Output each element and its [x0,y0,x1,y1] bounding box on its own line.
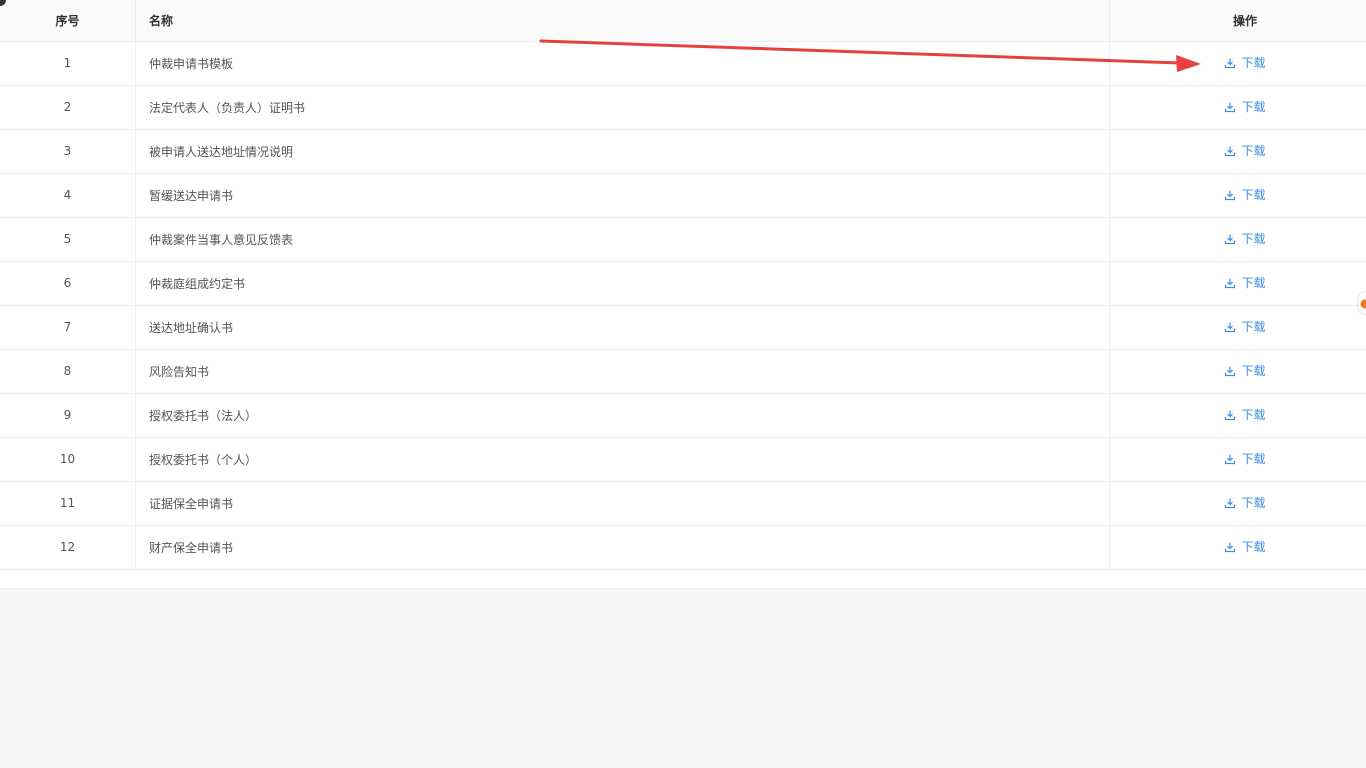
table-row: 6 仲裁庭组成约定书 下载 [0,261,1366,306]
download-label: 下载 [1241,100,1266,115]
orange-widget-icon[interactable]: ● [1358,292,1366,314]
row-name: 授权委托书（个人） [135,437,1110,482]
download-icon [1225,322,1236,332]
download-icon [1225,278,1236,288]
table-row: 3 被申请人送达地址情况说明 下载 [0,129,1366,174]
row-index: 9 [0,393,136,438]
row-action-cell: 下载 [1109,41,1366,86]
row-index: 4 [0,173,136,218]
row-name: 风险告知书 [135,349,1110,394]
download-button[interactable]: 下载 [1224,186,1266,203]
download-button[interactable]: 下载 [1224,274,1266,291]
row-action-cell: 下载 [1109,85,1366,130]
row-name: 被申请人送达地址情况说明 [135,129,1110,174]
row-action-cell: 下载 [1109,217,1366,262]
table-row: 2 法定代表人（负责人）证明书 下载 [0,85,1366,130]
row-name: 授权委托书（法人） [135,393,1110,438]
table-row: 4 暂缓送达申请书 下载 [0,173,1366,218]
row-name: 送达地址确认书 [135,305,1110,350]
row-name: 财产保全申请书 [135,525,1110,570]
header-action: 操作 [1109,0,1366,42]
header-name: 名称 [135,0,1110,42]
row-action-cell: 下载 [1109,525,1366,570]
row-action-cell: 下载 [1109,349,1366,394]
download-icon [1225,542,1236,552]
download-label: 下载 [1241,408,1266,423]
download-label: 下载 [1241,320,1266,335]
row-action-cell: 下载 [1109,481,1366,526]
download-label: 下载 [1241,496,1266,511]
table-row: 12 财产保全申请书 下载 [0,525,1366,570]
download-label: 下载 [1241,188,1266,203]
download-label: 下载 [1241,232,1266,247]
table-row: 5 仲裁案件当事人意见反馈表 下载 [0,217,1366,262]
row-action-cell: 下载 [1109,305,1366,350]
row-index: 5 [0,217,136,262]
row-name: 暂缓送达申请书 [135,173,1110,218]
table-row: 7 送达地址确认书 下载 [0,305,1366,350]
download-icon [1225,58,1236,68]
row-index: 11 [0,481,136,526]
download-button[interactable]: 下载 [1224,98,1266,115]
row-index: 2 [0,85,136,130]
download-button[interactable]: 下载 [1224,230,1266,247]
row-name: 证据保全申请书 [135,481,1110,526]
row-action-cell: 下载 [1109,129,1366,174]
row-name: 仲裁庭组成约定书 [135,261,1110,306]
download-button[interactable]: 下载 [1224,406,1266,423]
download-button[interactable]: 下载 [1224,318,1266,335]
download-button[interactable]: 下载 [1224,494,1266,511]
row-name: 仲裁申请书模板 [135,41,1110,86]
template-download-panel: 序号 名称 操作 1 仲裁申请书模板 下载 2 法定代表人（负责人）证明书 下载… [0,0,1366,589]
table-row: 8 风险告知书 下载 [0,349,1366,394]
row-name: 法定代表人（负责人）证明书 [135,85,1110,130]
download-button[interactable]: 下载 [1224,450,1266,467]
download-icon [1225,454,1236,464]
download-icon [1225,498,1236,508]
table-row: 11 证据保全申请书 下载 [0,481,1366,526]
header-index: 序号 [0,0,136,42]
row-action-cell: 下载 [1109,261,1366,306]
table-row: 9 授权委托书（法人） 下载 [0,393,1366,438]
download-icon [1225,146,1236,156]
table-row: 10 授权委托书（个人） 下载 [0,437,1366,482]
row-action-cell: 下载 [1109,393,1366,438]
download-icon [1225,102,1236,112]
download-label: 下载 [1241,144,1266,159]
document-template-table: 序号 名称 操作 1 仲裁申请书模板 下载 2 法定代表人（负责人）证明书 下载… [0,0,1366,570]
row-name: 仲裁案件当事人意见反馈表 [135,217,1110,262]
table-header-row: 序号 名称 操作 [0,0,1366,42]
row-index: 1 [0,41,136,86]
download-button[interactable]: 下载 [1224,362,1266,379]
download-icon [1225,366,1236,376]
row-index: 8 [0,349,136,394]
row-index: 6 [0,261,136,306]
download-icon [1225,410,1236,420]
download-label: 下载 [1241,276,1266,291]
download-button[interactable]: 下载 [1224,142,1266,159]
download-label: 下载 [1241,452,1266,467]
table-body: 1 仲裁申请书模板 下载 2 法定代表人（负责人）证明书 下载 3 被申请人送达… [0,41,1366,570]
row-action-cell: 下载 [1109,437,1366,482]
download-label: 下载 [1241,364,1266,379]
row-index: 12 [0,525,136,570]
download-button[interactable]: 下载 [1224,54,1266,71]
download-icon [1225,234,1236,244]
row-index: 3 [0,129,136,174]
row-action-cell: 下载 [1109,173,1366,218]
download-icon [1225,190,1236,200]
download-label: 下载 [1241,540,1266,555]
row-index: 7 [0,305,136,350]
table-row: 1 仲裁申请书模板 下载 [0,41,1366,86]
download-button[interactable]: 下载 [1224,538,1266,555]
row-index: 10 [0,437,136,482]
download-label: 下载 [1241,56,1266,71]
